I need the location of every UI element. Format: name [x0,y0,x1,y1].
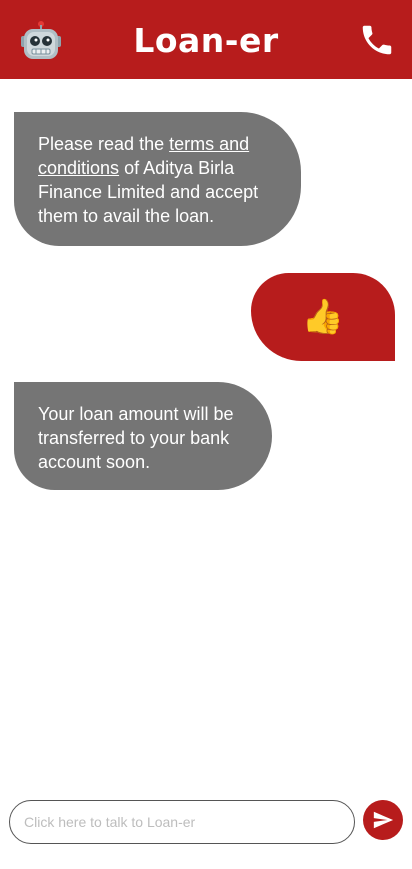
bot-message-transfer: Your loan amount will be transferred to … [14,382,272,490]
message-text: Your loan amount will be transferred to … [38,404,234,472]
user-message-thumbs-up: 👍 [251,273,395,361]
message-text: Please read the [38,134,170,154]
chat-input[interactable] [9,800,355,844]
send-button[interactable] [363,800,403,840]
call-button[interactable] [356,19,398,61]
bot-message-terms: Please read the terms and conditions of … [14,112,301,246]
robot-face-icon [20,19,62,61]
app-header: Loan-er [0,0,412,79]
thumbs-up-icon: 👍 [301,298,345,336]
send-icon [373,811,394,829]
chat-app: Loan-er Please read the terms and condit… [0,0,412,869]
phone-icon [362,25,392,54]
composer [9,800,355,844]
